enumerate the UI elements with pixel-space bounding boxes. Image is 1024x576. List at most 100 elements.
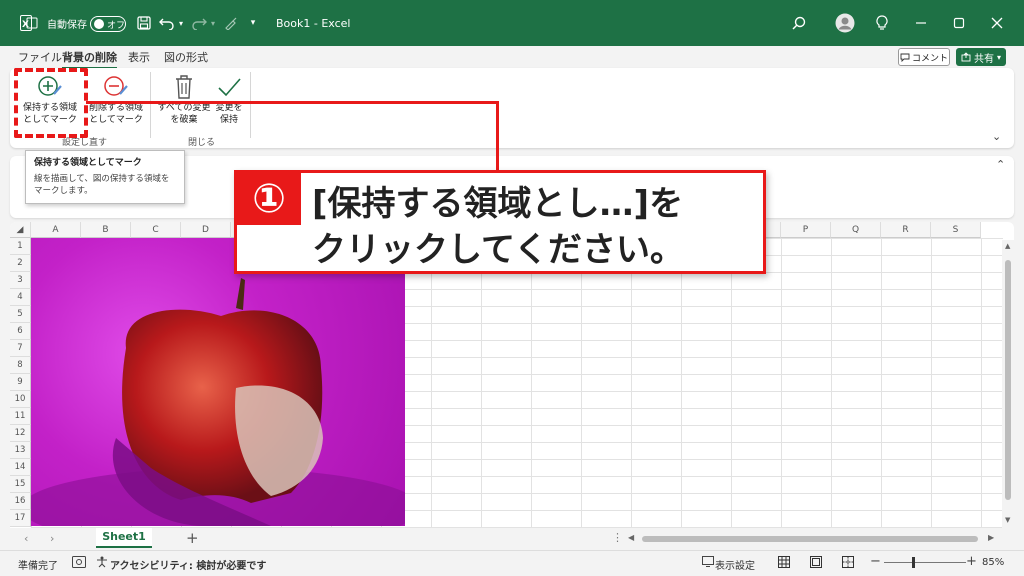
zoom-slider[interactable] (884, 562, 966, 563)
row-header[interactable]: 17 (10, 510, 31, 527)
comment-label: コメント (911, 53, 948, 64)
minimize-icon[interactable] (910, 0, 932, 46)
row-header[interactable]: 4 (10, 289, 31, 306)
sheet-tabs-bar: ‹ › Sheet1 + ⋮ ◀ ▶ (0, 528, 1024, 550)
column-header[interactable]: Q (831, 222, 881, 238)
trash-icon (176, 75, 192, 99)
row-header[interactable]: 11 (10, 408, 31, 425)
display-settings-label[interactable]: 表示設定 (715, 557, 755, 572)
row-header[interactable]: 12 (10, 425, 31, 442)
ribbon-collapse-icon[interactable]: ⌄ (992, 130, 1001, 143)
display-settings-icon (702, 556, 714, 570)
hscroll-left-icon[interactable]: ◀ (628, 533, 634, 542)
more-options-icon[interactable]: ⋮ (612, 531, 623, 544)
status-ready: 準備完了 (18, 561, 58, 572)
row-header[interactable]: 6 (10, 323, 31, 340)
keep-label-2: 保持 (219, 115, 238, 125)
column-header[interactable]: C (131, 222, 181, 238)
comment-icon (900, 53, 910, 62)
page-break-preview-icon[interactable] (842, 556, 854, 571)
column-header[interactable]: P (781, 222, 831, 238)
save-icon[interactable] (134, 0, 154, 46)
expand-icon[interactable]: ⌃ (996, 158, 1005, 171)
row-header[interactable]: 7 (10, 340, 31, 357)
highlight-dashed-box (14, 68, 88, 138)
row-header[interactable]: 13 (10, 442, 31, 459)
row-header[interactable]: 14 (10, 459, 31, 476)
sheet-next-icon[interactable]: › (50, 532, 54, 545)
row-header[interactable]: 8 (10, 357, 31, 374)
normal-view-icon[interactable] (778, 556, 790, 571)
column-header[interactable]: R (881, 222, 931, 238)
document-title: Book1 - Excel (276, 16, 351, 30)
scroll-down-icon[interactable]: ▼ (1005, 516, 1010, 524)
share-dropdown-icon: ▾ (996, 52, 1001, 62)
redo-dropdown-icon[interactable]: ▾ (208, 0, 218, 46)
row-header[interactable]: 16 (10, 493, 31, 510)
tab-file[interactable]: ファイル (18, 49, 62, 65)
lightbulb-icon[interactable] (872, 0, 892, 46)
avatar-icon[interactable] (834, 0, 856, 46)
callout-connector-v (496, 101, 499, 171)
scroll-up-icon[interactable]: ▲ (1005, 242, 1010, 250)
autosave-toggle[interactable]: オフ (90, 16, 126, 32)
zoom-slider-thumb[interactable] (912, 557, 915, 568)
close-icon[interactable] (986, 0, 1008, 46)
hscroll-right-icon[interactable]: ▶ (988, 533, 994, 542)
row-header[interactable]: 3 (10, 272, 31, 289)
tab-picture-format[interactable]: 図の形式 (164, 49, 208, 65)
zoom-out-button[interactable]: − (870, 554, 881, 569)
tooltip: 保持する領域としてマーク 線を描画して、図の保持する領域を マークします。 (25, 150, 185, 204)
vertical-scrollbar[interactable]: ▲ ▼ (1002, 240, 1014, 528)
discard-all-changes-button[interactable]: すべての変更 を破棄 (154, 74, 214, 126)
tab-remove-background[interactable]: 背景の削除 (62, 49, 117, 69)
group-close-label: 閉じる (188, 138, 216, 148)
discard-label-2: を破棄 (170, 115, 198, 125)
accessibility-icon[interactable] (96, 556, 108, 571)
column-header[interactable]: S (931, 222, 981, 238)
scrollbar-thumb[interactable] (1005, 260, 1011, 500)
macro-record-icon[interactable] (72, 556, 86, 571)
comment-button[interactable]: コメント (898, 48, 950, 66)
column-header[interactable]: B (81, 222, 131, 238)
column-header[interactable]: D (181, 222, 231, 238)
keep-changes-button[interactable]: 変更を 保持 (210, 74, 248, 126)
row-header[interactable]: 10 (10, 391, 31, 408)
search-icon[interactable] (788, 0, 810, 46)
ribbon-tabs (0, 46, 1024, 68)
tab-view[interactable]: 表示 (128, 49, 150, 65)
select-all-corner[interactable]: ◢ (10, 222, 31, 238)
format-painter-icon[interactable] (222, 0, 240, 46)
tooltip-title: 保持する領域としてマーク (34, 158, 142, 168)
row-header[interactable]: 15 (10, 476, 31, 493)
column-header[interactable]: A (31, 222, 81, 238)
horizontal-scrollbar-thumb[interactable] (642, 536, 978, 542)
mark-areas-to-remove-button[interactable]: 削除する領域 としてマーク (86, 74, 146, 126)
sheet-tab-sheet1[interactable]: Sheet1 (96, 528, 152, 548)
autosave-label: 自動保存 (47, 19, 87, 31)
apple-image-icon (31, 278, 405, 526)
undo-icon[interactable] (158, 0, 176, 46)
maximize-icon[interactable] (948, 0, 970, 46)
undo-dropdown-icon[interactable]: ▾ (176, 0, 186, 46)
share-label: 共有 (973, 53, 994, 65)
status-accessibility[interactable]: アクセシビリティ: 検討が必要です (110, 557, 266, 572)
row-header[interactable]: 1 (10, 238, 31, 255)
checkmark-icon (218, 78, 241, 97)
page-layout-icon[interactable] (810, 556, 822, 571)
group-separator (250, 72, 251, 138)
redo-icon[interactable] (190, 0, 208, 46)
row-header[interactable]: 2 (10, 255, 31, 272)
customize-toolbar-icon[interactable]: ▾ (246, 0, 260, 46)
zoom-in-button[interactable]: + (966, 554, 977, 569)
share-button[interactable]: 共有 ▾ (956, 48, 1006, 66)
row-header[interactable]: 9 (10, 374, 31, 391)
add-sheet-button[interactable]: + (186, 529, 199, 547)
picture-apple[interactable] (31, 238, 405, 526)
zoom-level[interactable]: 85% (982, 557, 1004, 568)
callout-connector-h (86, 101, 498, 104)
sheet-prev-icon[interactable]: ‹ (24, 532, 28, 545)
row-header[interactable]: 5 (10, 306, 31, 323)
toggle-knob (94, 19, 104, 29)
pencil-minus-icon (104, 76, 128, 96)
